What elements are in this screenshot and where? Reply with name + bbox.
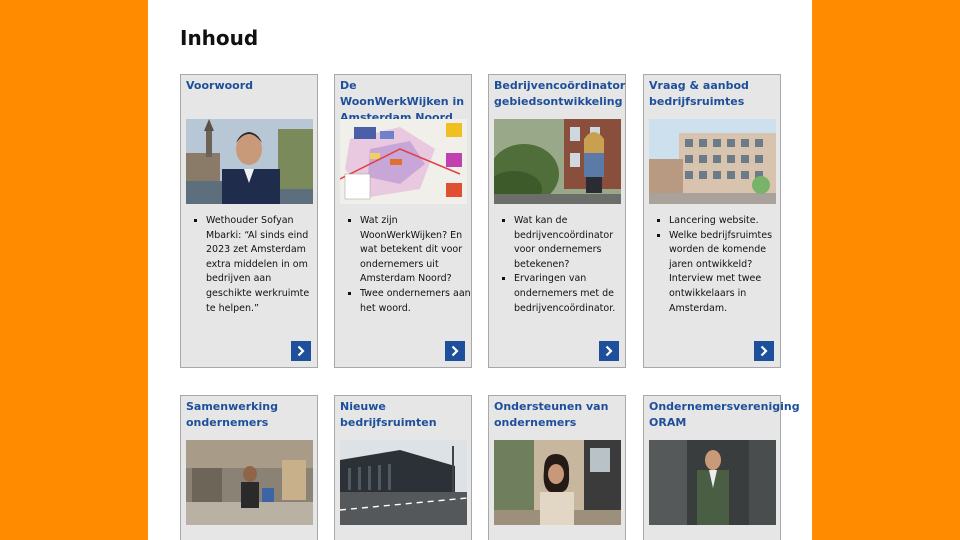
list-item: Ervaringen van ondernemers met de bedrij… [514,272,626,316]
chevron-right-icon[interactable] [445,341,465,361]
chevron-right-icon[interactable] [754,341,774,361]
card-bullet-list: Wethouder Sofyan Mbarki: “Al sinds eind … [186,214,318,316]
card-image [186,440,313,525]
page-title: Inhoud [180,26,259,50]
card-image [494,119,621,204]
content-card-voorwoord[interactable]: Voorwoord Wethouder Sofyan Mbarki: “Al s… [180,74,318,368]
list-item: Wethouder Sofyan Mbarki: “Al sinds eind … [206,214,318,316]
content-card-samenwerking[interactable]: Samenwerking ondernemers [180,395,318,540]
card-image [340,119,467,204]
content-card-oram[interactable]: Ondernemersvereniging ORAM [643,395,800,540]
card-image [340,440,467,525]
card-title[interactable]: Nieuwe bedrijfsruimten [340,399,468,431]
card-title[interactable]: Ondersteunen van ondernemers [494,399,622,431]
list-item: Welke bedrijfsruimtes worden de komende … [669,229,781,317]
list-item: Wat zijn WoonWerkWijken? En wat betekent… [360,214,472,287]
card-image [649,119,776,204]
content-card-nieuwe-bedrijfsruimten[interactable]: Nieuwe bedrijfsruimten [334,395,472,540]
list-item: Lancering website. [669,214,781,229]
chevron-right-icon[interactable] [599,341,619,361]
card-title[interactable]: Ondernemersvereniging ORAM [649,399,800,431]
card-bullet-list: Wat kan de bedrijvencoördinator voor ond… [494,214,626,316]
card-image [649,440,776,525]
card-bullet-list: Wat zijn WoonWerkWijken? En wat betekent… [340,214,472,316]
content-page: Inhoud Voorwoord Wethouder Sofyan Mbarki… [148,0,812,540]
card-title[interactable]: Samenwerking ondernemers [186,399,314,431]
list-item: Wat kan de bedrijvencoördinator voor ond… [514,214,626,272]
content-card-bedrijvencoordinator[interactable]: Bedrijvencoördinator gebiedsontwikkeling… [488,74,626,368]
chevron-right-icon[interactable] [291,341,311,361]
list-item: Twee ondernemers aan het woord. [360,287,472,316]
content-card-woonwerkwijken[interactable]: De WoonWerkWijken in Amsterdam Noord Wat… [334,74,472,368]
card-title[interactable]: Voorwoord [186,78,314,94]
card-image [186,119,313,204]
card-image [494,440,621,525]
card-title[interactable]: Vraag & aanbod bedrijfsruimtes [649,78,777,110]
card-title[interactable]: Bedrijvencoördinator gebiedsontwikkeling [494,78,625,110]
content-card-vraag-aanbod[interactable]: Vraag & aanbod bedrijfsruimtes Lancering… [643,74,781,368]
content-card-ondersteunen[interactable]: Ondersteunen van ondernemers [488,395,626,540]
card-bullet-list: Lancering website. Welke bedrijfsruimtes… [649,214,781,316]
